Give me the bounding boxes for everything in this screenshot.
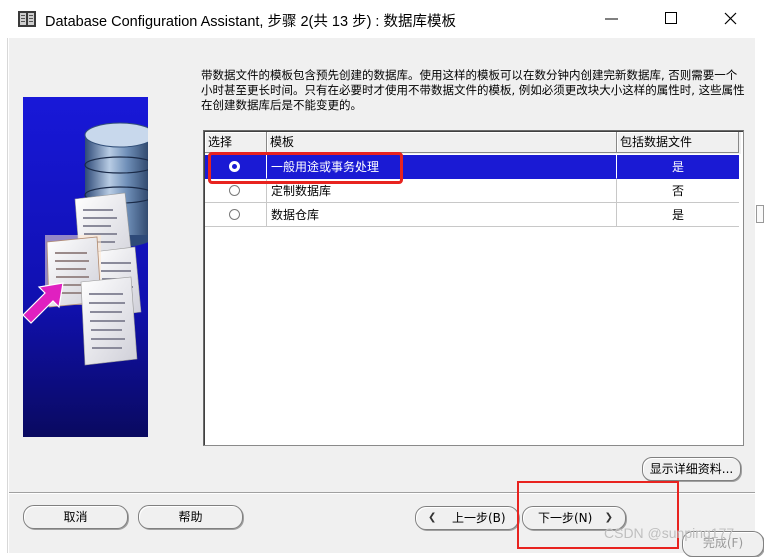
template-radio-custom[interactable]	[229, 185, 240, 196]
includes-datafiles-value: 否	[617, 179, 739, 203]
minimize-button[interactable]	[583, 0, 641, 38]
template-description: 带数据文件的模板包含预先创建的数据库。使用这样的模板可以在数分钟内创建完新数据库…	[201, 68, 745, 112]
back-button[interactable]: ❮ 上一步(B)	[415, 506, 519, 530]
template-radio-warehouse[interactable]	[229, 209, 240, 220]
wizard-illustration	[23, 97, 148, 437]
app-icon	[18, 11, 36, 27]
right-background-strip	[755, 38, 764, 553]
select-cell	[205, 203, 267, 227]
annotation-highlight-selected-template	[208, 152, 403, 184]
column-header-template[interactable]: 模板	[267, 132, 617, 153]
template-name: 数据仓库	[267, 203, 617, 227]
maximize-button[interactable]	[643, 0, 701, 38]
back-arrow-icon: ❮	[428, 512, 437, 523]
window-title: Database Configuration Assistant, 步骤 2(共…	[45, 14, 456, 30]
back-button-label: 上一步(B)	[452, 511, 506, 525]
help-button[interactable]: 帮助	[138, 505, 243, 529]
show-details-button[interactable]: 显示详细资料...	[642, 457, 741, 481]
includes-datafiles-value: 是	[617, 155, 739, 179]
background-window-edge	[756, 205, 764, 223]
close-icon	[724, 12, 737, 25]
column-header-select[interactable]: 选择	[205, 132, 267, 153]
left-border-line	[7, 38, 8, 553]
close-button[interactable]	[702, 0, 760, 38]
minimize-icon	[605, 18, 618, 20]
table-header: 选择 模板 包括数据文件	[205, 132, 741, 154]
includes-datafiles-value: 是	[617, 203, 739, 227]
cancel-button[interactable]: 取消	[23, 505, 128, 529]
title-bar: Database Configuration Assistant, 步骤 2(共…	[0, 0, 764, 39]
watermark: CSDN @sunping177	[604, 525, 735, 541]
column-header-includes-datafiles[interactable]: 包括数据文件	[617, 132, 739, 153]
maximize-icon	[665, 12, 677, 24]
table-row[interactable]: 数据仓库 是	[205, 203, 739, 227]
